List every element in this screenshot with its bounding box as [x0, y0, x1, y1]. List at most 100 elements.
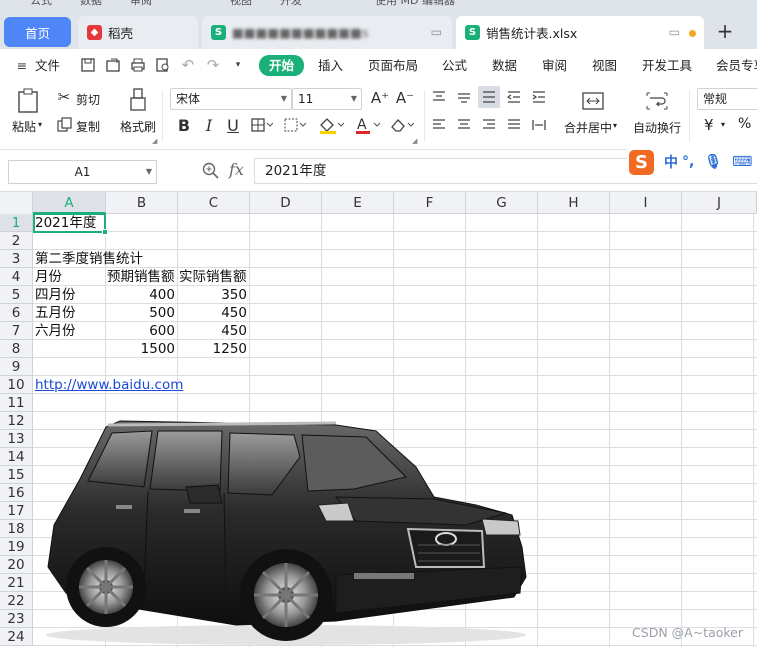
clear-format-icon[interactable] — [386, 115, 416, 135]
cell-style-icon[interactable] — [282, 115, 308, 135]
bold-icon[interactable]: B — [175, 115, 193, 135]
paste-button[interactable]: 粘贴 — [12, 118, 36, 135]
cell-a5[interactable]: 四月份 — [33, 286, 78, 304]
ime-chinese-mode[interactable]: 中 — [664, 152, 678, 172]
align-center-icon[interactable] — [455, 116, 473, 134]
increase-indent-icon[interactable] — [530, 88, 548, 106]
format-painter-button[interactable]: 格式刷 — [120, 118, 156, 135]
dialog-launcher-icon[interactable]: ◢ — [412, 137, 417, 145]
percent-button[interactable]: % — [738, 116, 751, 132]
cut-button[interactable]: 剪切 — [76, 91, 100, 108]
save-icon[interactable] — [78, 55, 98, 75]
row-header[interactable]: 23 — [0, 610, 33, 628]
menu-page-layout[interactable]: 页面布局 — [368, 56, 418, 76]
row-header[interactable]: 6 — [0, 304, 33, 322]
menu-file[interactable]: 文件 — [35, 56, 60, 76]
worksheet[interactable]: A B C D E F G H I J 1 2 3 4 5 6 7 8 9 10 11 12 13 14 1… — [0, 192, 757, 647]
column-header[interactable]: C — [178, 192, 250, 214]
column-header[interactable]: B — [106, 192, 178, 214]
cell-b4[interactable]: 预期销售额 — [105, 268, 179, 286]
tab-active-document[interactable]: S 销售统计表.xlsx ▭ — [456, 16, 704, 49]
cell-a4[interactable]: 月份 — [33, 268, 64, 286]
cell-c6[interactable]: 450 — [177, 304, 249, 322]
row-header[interactable]: 24 — [0, 628, 33, 646]
merge-dropdown-icon[interactable]: ▾ — [613, 121, 617, 130]
cell-c5[interactable]: 350 — [177, 286, 249, 304]
row-header[interactable]: 20 — [0, 556, 33, 574]
menu-data[interactable]: 数据 — [492, 56, 517, 76]
column-header[interactable]: D — [250, 192, 322, 214]
row-header[interactable]: 22 — [0, 592, 33, 610]
font-size-select[interactable]: 11 ▼ — [292, 88, 362, 110]
row-header[interactable]: 4 — [0, 268, 33, 286]
fill-color-icon[interactable] — [316, 115, 346, 135]
justify-icon[interactable] — [505, 116, 523, 134]
row-header[interactable]: 16 — [0, 484, 33, 502]
microphone-icon[interactable]: 🎙 — [704, 154, 722, 170]
car-image[interactable] — [36, 417, 536, 647]
column-header[interactable]: G — [466, 192, 538, 214]
italic-icon[interactable]: I — [200, 115, 218, 135]
fill-handle[interactable] — [102, 229, 108, 235]
wrap-text-button[interactable]: 自动换行 — [633, 119, 681, 136]
row-header[interactable]: 1 — [0, 214, 33, 232]
undo-icon[interactable]: ↶ — [178, 55, 198, 75]
row-header[interactable]: 7 — [0, 322, 33, 340]
more-dropdown-icon[interactable]: ▾ — [228, 55, 248, 75]
merge-center-button[interactable]: 合并居中 — [564, 119, 612, 136]
print-preview-icon[interactable] — [153, 55, 173, 75]
align-bottom-icon[interactable] — [478, 86, 500, 108]
print-icon[interactable] — [128, 55, 148, 75]
menu-member[interactable]: 会员专享 — [716, 56, 757, 76]
keyboard-icon[interactable]: ⌨ — [732, 154, 752, 170]
row-header[interactable]: 14 — [0, 448, 33, 466]
window-icon[interactable]: ▭ — [431, 25, 442, 39]
align-left-icon[interactable] — [430, 116, 448, 134]
sogou-logo-icon[interactable]: S — [629, 149, 654, 175]
cell-a6[interactable]: 五月份 — [33, 304, 78, 322]
cell-b8[interactable]: 1500 — [105, 340, 177, 358]
format-painter-icon[interactable] — [126, 86, 150, 114]
distributed-align-icon[interactable] — [530, 116, 548, 134]
align-top-icon[interactable] — [430, 88, 448, 106]
tab-docer[interactable]: ◆ 稻壳 — [78, 16, 198, 49]
column-header[interactable]: E — [322, 192, 394, 214]
row-header[interactable]: 8 — [0, 340, 33, 358]
increase-font-icon[interactable]: A⁺ — [370, 88, 390, 108]
zoom-search-icon[interactable] — [202, 162, 220, 183]
decrease-font-icon[interactable]: A⁻ — [395, 88, 415, 108]
cell-a10-hyperlink[interactable]: http://www.baidu.com — [33, 376, 185, 394]
dialog-launcher-icon[interactable]: ◢ — [152, 137, 157, 145]
hamburger-menu-icon[interactable]: ≡ — [12, 55, 32, 75]
merge-center-icon[interactable] — [580, 90, 606, 112]
row-header[interactable]: 15 — [0, 466, 33, 484]
menu-start[interactable]: 开始 — [259, 55, 305, 76]
underline-icon[interactable]: U — [224, 115, 242, 135]
row-header[interactable]: 18 — [0, 520, 33, 538]
column-header[interactable]: F — [394, 192, 466, 214]
menu-developer[interactable]: 开发工具 — [642, 56, 692, 76]
cell-a3[interactable]: 第二季度销售统计 — [33, 250, 145, 268]
column-header[interactable]: J — [682, 192, 757, 214]
font-name-select[interactable]: 宋体 ▼ — [170, 88, 292, 110]
cell-a7[interactable]: 六月份 — [33, 322, 78, 340]
insert-function-button[interactable]: fx — [229, 160, 244, 179]
row-header[interactable]: 13 — [0, 430, 33, 448]
menu-view[interactable]: 视图 — [592, 56, 617, 76]
cell-c4[interactable]: 实际销售额 — [177, 268, 249, 286]
cell-b6[interactable]: 500 — [105, 304, 177, 322]
number-format-select[interactable]: 常规 — [697, 88, 757, 110]
ime-punctuation-mode[interactable]: °, — [682, 154, 694, 170]
row-header[interactable]: 10 — [0, 376, 33, 394]
copy-button[interactable]: 复制 — [76, 118, 100, 135]
font-color-icon[interactable]: A — [352, 115, 382, 135]
row-header[interactable]: 5 — [0, 286, 33, 304]
currency-button[interactable]: ¥ — [704, 116, 714, 134]
cell-c7[interactable]: 450 — [177, 322, 249, 340]
tab-home[interactable]: 首页 — [4, 17, 71, 47]
menu-review[interactable]: 审阅 — [542, 56, 567, 76]
column-header[interactable]: A — [33, 192, 106, 214]
paste-dropdown-icon[interactable]: ▾ — [38, 120, 42, 129]
wrap-text-icon[interactable] — [644, 90, 670, 112]
tab-document[interactable]: S ■■■■■■■■■■■s ▭ — [202, 16, 452, 49]
